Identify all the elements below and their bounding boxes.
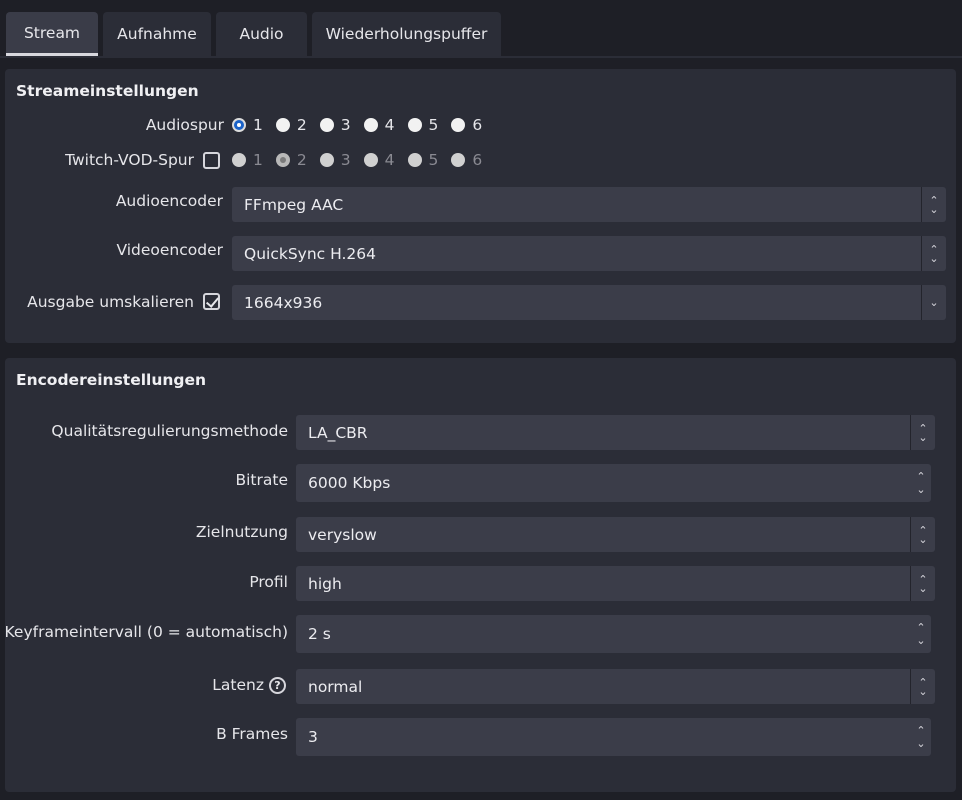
target-usage-label: Zielnutzung (195, 523, 288, 541)
videoencoder-label: Videoencoder (116, 241, 223, 259)
rate-control-select[interactable]: LA_CBR ⌃ ⌄ (296, 415, 935, 450)
radio-icon (275, 118, 290, 132)
spinbox-arrows-icon[interactable]: ⌃ ⌄ (911, 718, 931, 756)
tab-aufnahme[interactable]: Aufnahme (103, 12, 211, 56)
bitrate-label: Bitrate (235, 471, 288, 489)
radio-icon (232, 153, 246, 167)
question-circle-icon[interactable]: ? (269, 677, 286, 694)
vod-radio-5[interactable]: 5 (407, 151, 438, 169)
audiospur-radio-4[interactable]: 4 (363, 116, 395, 134)
radio-icon (363, 153, 378, 167)
up-down-chevron-icon: ⌃ ⌄ (910, 566, 935, 601)
twitch-vod-label: Twitch-VOD-Spur (65, 151, 194, 169)
keyframe-label: Keyframeintervall (0 = automatisch) (4, 623, 288, 641)
up-down-chevron-icon: ⌃ ⌄ (910, 517, 935, 552)
rescale-checkbox[interactable] (203, 293, 220, 310)
vod-radio-3[interactable]: 3 (319, 151, 351, 169)
tab-bar: Stream Aufnahme Audio Wiederholungspuffe… (0, 0, 962, 58)
tab-audio[interactable]: Audio (216, 12, 307, 56)
encoder-settings-title: Encodereinstellungen (16, 371, 207, 389)
up-down-chevron-icon: ⌃ ⌄ (921, 236, 946, 271)
audiospur-label: Audiospur (145, 116, 224, 134)
radio-icon (319, 118, 334, 132)
audiospur-radio-5[interactable]: 5 (407, 116, 438, 134)
audioencoder-label: Audioencoder (115, 192, 223, 210)
audiospur-radio-6[interactable]: 6 (451, 116, 482, 134)
up-down-chevron-icon: ⌃ ⌄ (921, 187, 946, 222)
bitrate-spinbox[interactable]: 6000 Kbps ⌃ ⌄ (296, 464, 931, 502)
vod-radio-4[interactable]: 4 (363, 151, 395, 169)
tab-divider (0, 56, 962, 58)
stream-settings-title: Streameinstellungen (16, 82, 199, 100)
radio-icon (451, 118, 466, 132)
audiospur-radio-1[interactable]: 1 (232, 116, 263, 134)
spinbox-arrows-icon[interactable]: ⌃ ⌄ (911, 615, 931, 653)
videoencoder-select[interactable]: QuickSync H.264 ⌃ ⌄ (232, 236, 946, 271)
up-down-chevron-icon: ⌃ ⌄ (910, 415, 935, 450)
rescale-combobox[interactable]: 1664x936 ⌄ (232, 285, 946, 320)
audioencoder-select[interactable]: FFmpeg AAC ⌃ ⌄ (232, 187, 946, 222)
chevron-down-icon[interactable]: ⌄ (921, 285, 946, 320)
tab-wiederholungspuffer[interactable]: Wiederholungspuffer (312, 12, 501, 56)
profile-select[interactable]: high ⌃ ⌄ (296, 566, 935, 601)
radio-icon (407, 118, 422, 132)
bframes-spinbox[interactable]: 3 ⌃ ⌄ (296, 718, 931, 756)
spinbox-arrows-icon[interactable]: ⌃ ⌄ (911, 464, 931, 502)
up-down-chevron-icon: ⌃ ⌄ (910, 669, 935, 704)
radio-icon (319, 153, 334, 167)
latency-label: Latenz (212, 676, 264, 694)
keyframe-spinbox[interactable]: 2 s ⌃ ⌄ (296, 615, 931, 653)
vod-radio-2[interactable]: 2 (275, 151, 307, 169)
profile-label: Profil (249, 573, 288, 591)
radio-icon (407, 153, 422, 167)
target-usage-select[interactable]: veryslow ⌃ ⌄ (296, 517, 935, 552)
vod-radio-1[interactable]: 1 (232, 151, 263, 169)
audiospur-radio-2[interactable]: 2 (275, 116, 307, 134)
tab-stream[interactable]: Stream (6, 12, 98, 56)
audiospur-radio-3[interactable]: 3 (319, 116, 351, 134)
twitch-vod-checkbox[interactable] (203, 152, 220, 169)
rescale-label: Ausgabe umskalieren (27, 293, 194, 311)
twitch-vod-radio-group: 1 2 3 4 5 6 (232, 151, 495, 169)
radio-icon (451, 153, 466, 167)
rate-control-label: Qualitätsregulierungsmethode (51, 422, 288, 440)
radio-checked-icon (232, 118, 246, 132)
vod-radio-6[interactable]: 6 (451, 151, 482, 169)
latency-select[interactable]: normal ⌃ ⌄ (296, 669, 935, 704)
audiospur-radio-group: 1 2 3 4 5 6 (232, 116, 495, 134)
bframes-label: B Frames (216, 725, 288, 743)
radio-icon (363, 118, 378, 132)
radio-checked-icon (275, 153, 290, 167)
